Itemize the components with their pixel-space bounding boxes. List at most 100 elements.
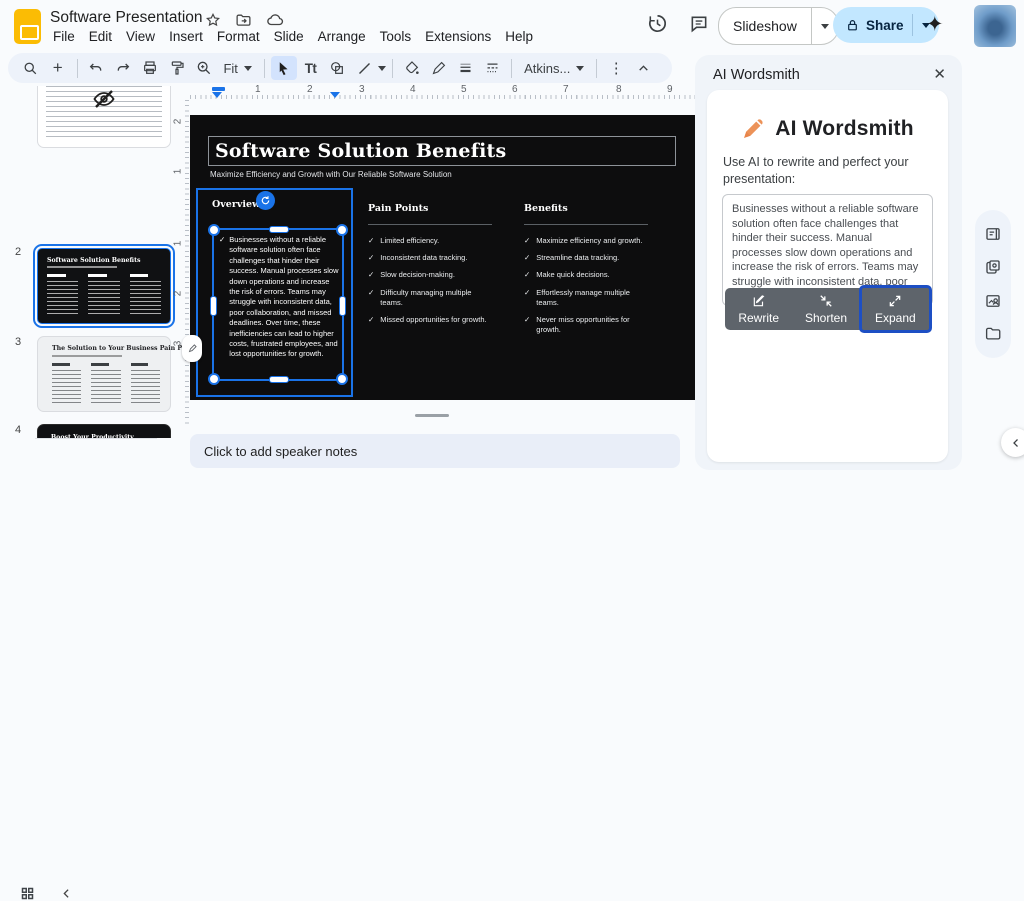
- resize-handle-ne[interactable]: [336, 224, 348, 236]
- select-tool[interactable]: [271, 56, 297, 80]
- menu-view[interactable]: View: [119, 27, 162, 46]
- slide-thumbnail-2-selected[interactable]: Software Solution Benefits: [33, 244, 175, 328]
- benefit-item: ✓Never miss opportunities for growth.: [524, 315, 648, 335]
- shorten-icon: [819, 294, 833, 308]
- shape-tool[interactable]: [324, 56, 350, 80]
- side-panel-rail: [975, 210, 1011, 358]
- fill-color-tool[interactable]: [399, 56, 425, 80]
- resize-handle-s[interactable]: [269, 376, 289, 383]
- share-button[interactable]: Share: [833, 7, 939, 43]
- share-label: Share: [859, 18, 912, 33]
- slide-subtitle[interactable]: Maximize Efficiency and Growth with Our …: [210, 170, 452, 179]
- collapse-toolbar-icon[interactable]: [630, 56, 656, 80]
- paint-format-icon[interactable]: [164, 56, 190, 80]
- speaker-notes-box[interactable]: Click to add speaker notes: [190, 434, 680, 468]
- pages-copy-icon[interactable]: [984, 258, 1002, 276]
- shorten-button[interactable]: Shorten: [792, 288, 859, 330]
- pain-points-heading: Pain Points: [368, 203, 428, 214]
- menu-insert[interactable]: Insert: [162, 27, 210, 46]
- menu-format[interactable]: Format: [210, 27, 267, 46]
- border-weight-tool[interactable]: [453, 56, 479, 80]
- speaker-notes-placeholder: Click to add speaker notes: [204, 444, 357, 459]
- menu-arrange[interactable]: Arrange: [311, 27, 373, 46]
- slide-canvas[interactable]: Software Solution Benefits Maximize Effi…: [190, 115, 695, 400]
- menu-help[interactable]: Help: [498, 27, 540, 46]
- slide-title-placeholder[interactable]: Software Solution Benefits: [208, 136, 676, 166]
- slide-number-3: 3: [15, 336, 21, 348]
- rewrite-button[interactable]: Rewrite: [725, 288, 792, 330]
- grid-view-icon[interactable]: [20, 886, 35, 901]
- notes-resize-handle[interactable]: [415, 414, 449, 417]
- search-icon[interactable]: [18, 56, 44, 80]
- filmstrip-footer: [0, 438, 190, 485]
- indent-marker-triangle[interactable]: [212, 92, 222, 98]
- slide-thumbnail-1-hidden[interactable]: [37, 86, 171, 148]
- undo-icon[interactable]: [84, 56, 110, 80]
- ai-wordsmith-card: AI Wordsmith Use AI to rewrite and perfe…: [707, 90, 948, 462]
- overview-textbox[interactable]: ✓ Businesses without a reliable software…: [212, 228, 344, 381]
- rewrite-icon: [752, 294, 766, 308]
- line-tool-dropdown[interactable]: [378, 66, 386, 71]
- slides-logo[interactable]: [14, 9, 41, 44]
- show-side-panel-button[interactable]: [1001, 428, 1024, 457]
- menu-file[interactable]: File: [46, 27, 82, 46]
- horizontal-ruler: 1 2 3 4 5 6 7 8 9: [190, 86, 695, 100]
- theme-font-select[interactable]: Atkins...: [518, 61, 590, 76]
- slide-filmstrip: 2 Software Solution Benefits 3 The Solut…: [0, 86, 190, 438]
- pain-point-item: ✓Difficulty managing multiple teams.: [368, 288, 492, 308]
- pain-point-item: ✓Inconsistent data tracking.: [368, 253, 492, 263]
- account-avatar[interactable]: [974, 5, 1016, 47]
- border-color-tool[interactable]: [426, 56, 452, 80]
- slide-title: Software Solution Benefits: [209, 140, 506, 162]
- redo-icon[interactable]: [110, 56, 136, 80]
- star-icon[interactable]: [205, 12, 221, 28]
- version-history-icon[interactable]: [646, 12, 669, 35]
- comments-icon[interactable]: [689, 14, 709, 34]
- canvas-floating-handle[interactable]: [182, 335, 202, 362]
- folder-icon[interactable]: [984, 325, 1002, 343]
- new-slide-button[interactable]: +: [45, 56, 71, 80]
- pain-point-item: ✓Slow decision-making.: [368, 270, 492, 280]
- zoom-select[interactable]: Fit: [217, 61, 257, 76]
- document-title[interactable]: Software Presentation: [50, 9, 203, 27]
- slideshow-button[interactable]: Slideshow: [718, 7, 839, 45]
- overview-paragraph: Businesses without a reliable software s…: [229, 235, 339, 360]
- pencil-icon: [741, 116, 766, 141]
- calendar-card-icon[interactable]: [984, 225, 1002, 243]
- resize-handle-se[interactable]: [336, 373, 348, 385]
- text-box-tool[interactable]: Tt: [298, 56, 324, 80]
- indent-marker[interactable]: [212, 87, 225, 91]
- benefits-column[interactable]: Benefits ✓Maximize efficiency and growth…: [524, 198, 662, 342]
- menu-edit[interactable]: Edit: [82, 27, 119, 46]
- resize-handle-nw[interactable]: [208, 224, 220, 236]
- gemini-sparkle-icon[interactable]: ✦: [926, 12, 944, 37]
- benefit-item: ✓Streamline data tracking.: [524, 253, 648, 263]
- resize-handle-e[interactable]: [339, 296, 346, 316]
- refresh-badge-icon[interactable]: [256, 191, 275, 210]
- vertical-ruler: 2 1 1 2 3: [176, 100, 190, 425]
- border-dash-tool[interactable]: [479, 56, 505, 80]
- resize-handle-sw[interactable]: [208, 373, 220, 385]
- main-toolbar: + Fit Tt Atkins... ⋮: [8, 53, 672, 83]
- image-contact-icon[interactable]: [984, 292, 1002, 310]
- line-tool[interactable]: [351, 56, 377, 80]
- overview-column[interactable]: Overview ✓ Businesses without a reliable…: [196, 188, 353, 397]
- pain-points-column[interactable]: Pain Points ✓Limited efficiency. ✓Incons…: [368, 198, 506, 332]
- zoom-icon[interactable]: [191, 56, 217, 80]
- resize-handle-w[interactable]: [210, 296, 217, 316]
- print-icon[interactable]: [137, 56, 163, 80]
- slide-thumbnail-3[interactable]: The Solution to Your Business Pain Point…: [37, 336, 171, 412]
- expand-button[interactable]: Expand: [859, 285, 932, 333]
- toolbar-overflow-button[interactable]: ⋮: [603, 56, 629, 80]
- slide-number-4: 4: [15, 424, 21, 436]
- slide-thumbnail-4[interactable]: Boost Your Productivity 1. 2. 3. 4. 5. 6…: [37, 424, 171, 438]
- benefits-heading: Benefits: [524, 203, 568, 214]
- indent-marker-right[interactable]: [330, 92, 340, 98]
- close-icon[interactable]: ✕: [933, 65, 946, 83]
- move-folder-icon[interactable]: [235, 12, 252, 29]
- menu-extensions[interactable]: Extensions: [418, 27, 498, 46]
- menu-slide[interactable]: Slide: [267, 27, 311, 46]
- collapse-filmstrip-icon[interactable]: [60, 887, 73, 900]
- menu-tools[interactable]: Tools: [373, 27, 419, 46]
- resize-handle-n[interactable]: [269, 226, 289, 233]
